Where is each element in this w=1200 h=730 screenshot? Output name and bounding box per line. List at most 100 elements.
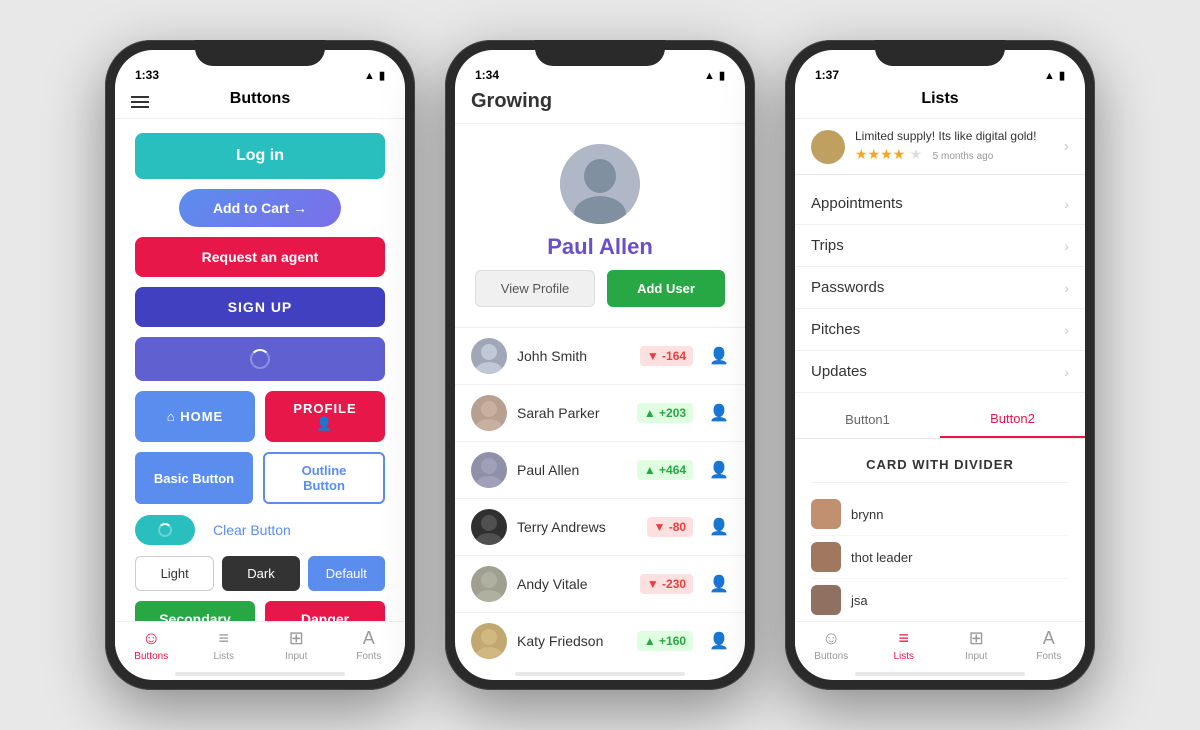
user-action-icon-1[interactable]: 👤 — [709, 403, 729, 423]
card-person-1[interactable]: thot leader — [811, 536, 1069, 579]
secondary-danger-row: Secondary Danger — [135, 601, 385, 621]
phone-1: 1:33 ▲ ▮ Buttons Log in Add to Cart → Re… — [105, 40, 415, 690]
user-row-4[interactable]: Andy Vitale ▼ -230 👤 — [455, 556, 745, 613]
add-user-button[interactable]: Add User — [607, 270, 725, 307]
hamburger-icon[interactable] — [131, 96, 149, 108]
nav-lists-3[interactable]: ≡ Lists — [868, 628, 941, 662]
user-action-icon-2[interactable]: 👤 — [709, 460, 729, 480]
app-title: Growing — [471, 90, 552, 112]
profile-button[interactable]: PROFILE 👤 — [265, 391, 385, 442]
user-avatar-3 — [471, 509, 507, 545]
home-button[interactable]: ⌂ HOME — [135, 391, 255, 442]
list-item-label-0: Appointments — [811, 195, 1064, 212]
page-title-1: Buttons — [230, 90, 290, 107]
list-item-appointments[interactable]: Appointments › — [795, 183, 1085, 225]
phone3-header: Lists — [795, 86, 1085, 119]
toggle-clear-row: Clear Button — [135, 514, 385, 546]
nav-fonts[interactable]: A Fonts — [333, 628, 406, 662]
time-3: 1:37 — [815, 68, 839, 82]
user-row-1[interactable]: Sarah Parker ▲ +203 👤 — [455, 385, 745, 442]
card-person-avatar-1 — [811, 542, 841, 572]
lists-content: Limited supply! Its like digital gold! ★… — [795, 119, 1085, 621]
user-avatar-4 — [471, 566, 507, 602]
input-icon: ⊞ — [289, 628, 304, 649]
signup-button[interactable]: SIGN UP — [135, 287, 385, 327]
tab-button1[interactable]: Button1 — [795, 401, 940, 438]
review-chevron-icon: › — [1064, 138, 1069, 156]
mini-spinner-icon — [158, 523, 172, 537]
user-avatar-2 — [471, 452, 507, 488]
theme-row: Light Dark Default — [135, 556, 385, 591]
add-to-cart-button[interactable]: Add to Cart → — [179, 189, 342, 227]
toggle-loading-button[interactable] — [135, 515, 195, 545]
wifi-icon-3: ▲ — [1044, 70, 1055, 82]
home-indicator-2 — [515, 672, 685, 676]
font-icon-3: A — [1043, 628, 1055, 649]
nav-input[interactable]: ⊞ Input — [260, 628, 333, 662]
phone2-header: Growing — [455, 86, 745, 124]
tab-button2[interactable]: Button2 — [940, 401, 1085, 438]
login-button[interactable]: Log in — [135, 133, 385, 179]
basic-outline-row: Basic Button Outline Button — [135, 452, 385, 504]
user-avatar-0 — [471, 338, 507, 374]
bottom-nav-3: ☺ Buttons ≡ Lists ⊞ Input A Fonts — [795, 621, 1085, 672]
list-item-updates[interactable]: Updates › — [795, 351, 1085, 393]
list-chevron-3: › — [1064, 322, 1069, 338]
list-item-pitches[interactable]: Pitches › — [795, 309, 1085, 351]
clear-button[interactable]: Clear Button — [203, 514, 301, 546]
list-chevron-1: › — [1064, 238, 1069, 254]
review-avatar — [811, 130, 845, 164]
default-button[interactable]: Default — [308, 556, 385, 591]
nav-fonts-3[interactable]: A Fonts — [1013, 628, 1086, 662]
list-item-label-4: Updates — [811, 363, 1064, 380]
user-score-0: ▼ -164 — [640, 346, 693, 366]
user-name-2: Paul Allen — [517, 462, 627, 478]
nav-lists[interactable]: ≡ Lists — [188, 628, 261, 662]
dark-button[interactable]: Dark — [222, 556, 299, 591]
spinner-icon — [250, 349, 270, 369]
review-info: Limited supply! Its like digital gold! ★… — [855, 129, 1054, 164]
basic-button[interactable]: Basic Button — [135, 452, 253, 504]
status-icons-1: ▲ ▮ — [364, 69, 385, 82]
card-person-name-2: jsa — [851, 593, 868, 608]
home-profile-row: ⌂ HOME PROFILE 👤 — [135, 391, 385, 442]
user-row-2[interactable]: Paul Allen ▲ +464 👤 — [455, 442, 745, 499]
card-divider-title: CARD WITH DIVIDER — [811, 457, 1069, 483]
loading-button — [135, 337, 385, 381]
user-action-icon-5[interactable]: 👤 — [709, 631, 729, 651]
light-button[interactable]: Light — [135, 556, 214, 591]
battery-icon-2: ▮ — [719, 69, 725, 82]
card-divider: CARD WITH DIVIDER brynn thot leader jsa … — [795, 445, 1085, 621]
user-list: Johh Smith ▼ -164 👤 Sarah Parker ▲ +203 … — [455, 328, 745, 668]
nav-buttons[interactable]: ☺ Buttons — [115, 628, 188, 662]
wifi-icon-2: ▲ — [704, 70, 715, 82]
user-row-5[interactable]: Katy Friedson ▲ +160 👤 — [455, 613, 745, 668]
status-icons-3: ▲ ▮ — [1044, 69, 1065, 82]
user-score-1: ▲ +203 — [637, 403, 693, 423]
list-item-label-3: Pitches — [811, 321, 1064, 338]
user-row-3[interactable]: Terry Andrews ▼ -80 👤 — [455, 499, 745, 556]
list-item-passwords[interactable]: Passwords › — [795, 267, 1085, 309]
user-row-0[interactable]: Johh Smith ▼ -164 👤 — [455, 328, 745, 385]
buttons-content: Log in Add to Cart → Request an agent SI… — [115, 119, 405, 621]
user-action-icon-3[interactable]: 👤 — [709, 517, 729, 537]
card-person-2[interactable]: jsa — [811, 579, 1069, 621]
time-2: 1:34 — [475, 68, 499, 82]
user-name-3: Terry Andrews — [517, 519, 637, 535]
card-person-0[interactable]: brynn — [811, 493, 1069, 536]
secondary-button[interactable]: Secondary — [135, 601, 255, 621]
phone-3: 1:37 ▲ ▮ Lists Limited supply! Its like … — [785, 40, 1095, 690]
list-chevron-0: › — [1064, 196, 1069, 212]
list-item-trips[interactable]: Trips › — [795, 225, 1085, 267]
danger-button[interactable]: Danger — [265, 601, 385, 621]
card-person-avatar-0 — [811, 499, 841, 529]
page-title-3: Lists — [921, 90, 958, 107]
outline-button[interactable]: Outline Button — [263, 452, 385, 504]
view-profile-button[interactable]: View Profile — [475, 270, 595, 307]
review-card[interactable]: Limited supply! Its like digital gold! ★… — [795, 119, 1085, 175]
nav-buttons-3[interactable]: ☺ Buttons — [795, 628, 868, 662]
user-action-icon-4[interactable]: 👤 — [709, 574, 729, 594]
user-action-icon-0[interactable]: 👤 — [709, 346, 729, 366]
nav-input-3[interactable]: ⊞ Input — [940, 628, 1013, 662]
request-agent-button[interactable]: Request an agent — [135, 237, 385, 277]
